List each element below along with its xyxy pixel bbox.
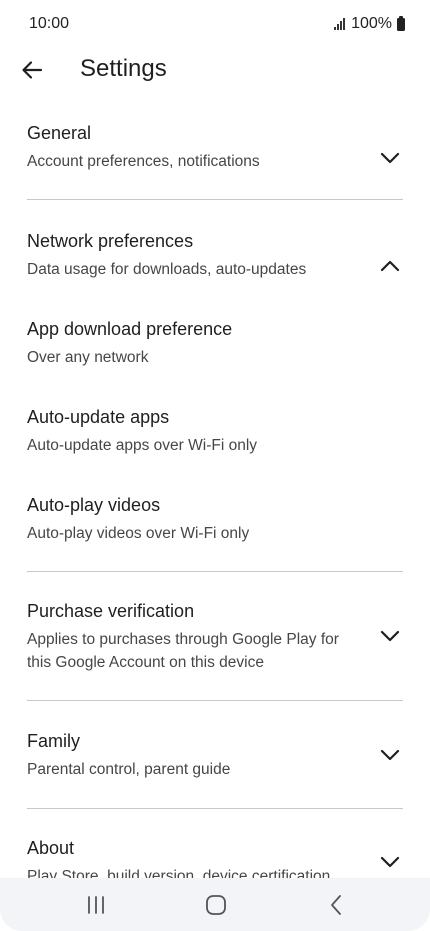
signal-icon (334, 18, 346, 30)
settings-item-network-preferences[interactable]: Network preferences Data usage for downl… (0, 222, 430, 294)
settings-item-about[interactable]: About Play Store, build version, device … (0, 829, 430, 878)
settings-item-title: About (27, 838, 75, 858)
settings-item-app-download-preference[interactable]: App download preference Over any network (0, 310, 430, 382)
settings-item-subtitle-line1: Applies to purchases through Google Play… (27, 631, 339, 648)
battery-percent: 100% (351, 15, 392, 32)
settings-item-auto-update-apps[interactable]: Auto-update apps Auto-update apps over W… (0, 398, 430, 470)
status-bar: 10:00 100% (0, 0, 430, 48)
back-button[interactable] (14, 50, 50, 90)
settings-item-title: Auto-play videos (27, 495, 161, 515)
home-icon (206, 895, 226, 915)
home-button[interactable] (196, 890, 236, 920)
status-indicators: 100% (334, 15, 405, 33)
settings-item-title: General (27, 123, 92, 143)
settings-item-family[interactable]: Family Parental control, parent guide (0, 722, 430, 794)
app-bar: Settings (0, 48, 430, 92)
divider (27, 571, 403, 572)
divider (27, 808, 403, 809)
settings-item-purchase-verification[interactable]: Purchase verification Applies to purchas… (0, 592, 430, 687)
settings-item-title: Auto-update apps (27, 407, 170, 427)
settings-item-subtitle: Over any network (27, 349, 149, 366)
nav-back-button[interactable] (316, 890, 356, 920)
page-title: Settings (80, 55, 167, 82)
divider (27, 700, 403, 701)
settings-item-subtitle: Auto-play videos over Wi-Fi only (27, 525, 250, 542)
arrow-back-icon (22, 61, 43, 79)
settings-item-title: Network preferences (27, 231, 194, 251)
recents-button[interactable] (76, 890, 116, 920)
chevron-down-icon[interactable] (376, 741, 404, 769)
settings-item-subtitle: Play Store, build version, device certif… (27, 868, 331, 878)
settings-list[interactable]: General Account preferences, notificatio… (0, 92, 430, 878)
system-nav-bar (0, 878, 430, 931)
settings-item-subtitle: Account preferences, notifications (27, 153, 260, 170)
settings-item-subtitle: Parental control, parent guide (27, 761, 231, 778)
settings-item-general[interactable]: General Account preferences, notificatio… (0, 114, 430, 186)
recents-icon (88, 896, 104, 914)
chevron-down-icon[interactable] (376, 622, 404, 650)
settings-item-subtitle: Data usage for downloads, auto-updates (27, 261, 307, 278)
nav-back-icon (331, 895, 341, 915)
battery-icon (397, 15, 405, 31)
settings-item-title: Purchase verification (27, 601, 195, 621)
settings-item-title: Family (27, 731, 80, 751)
settings-item-subtitle-line2: this Google Account on this device (27, 654, 264, 671)
settings-item-title: App download preference (27, 319, 233, 339)
settings-item-auto-play-videos[interactable]: Auto-play videos Auto-play videos over W… (0, 486, 430, 558)
chevron-up-icon[interactable] (376, 252, 404, 280)
status-time: 10:00 (29, 15, 70, 32)
chevron-down-icon[interactable] (376, 144, 404, 172)
divider (27, 199, 403, 200)
chevron-down-icon[interactable] (376, 848, 404, 876)
settings-item-subtitle: Auto-update apps over Wi-Fi only (27, 437, 258, 454)
